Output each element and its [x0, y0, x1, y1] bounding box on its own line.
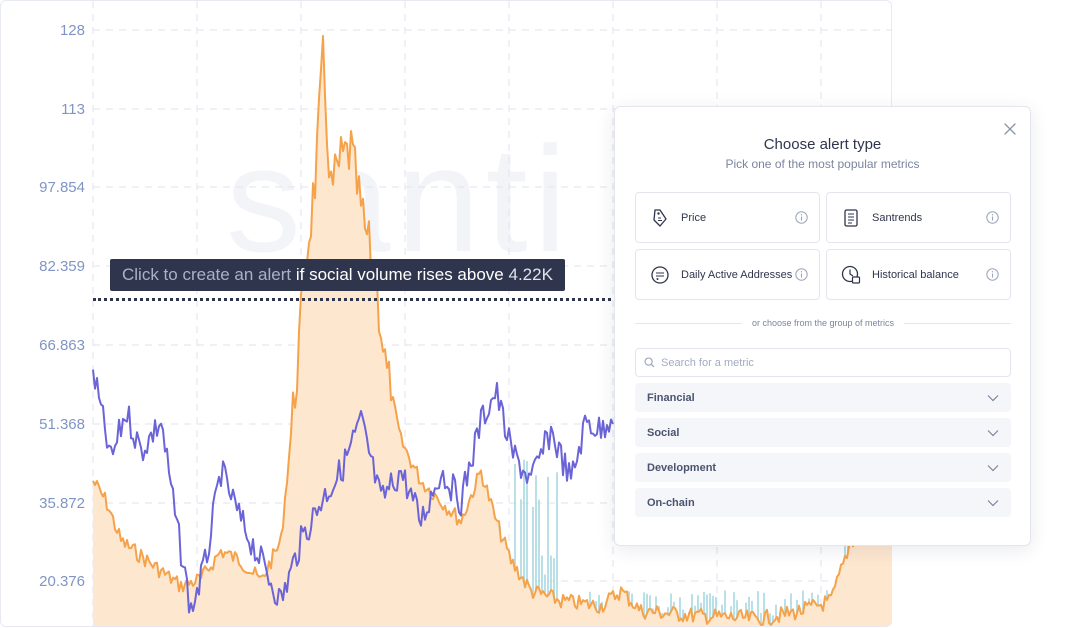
search-input[interactable]: [661, 356, 991, 369]
y-tick-label: 128: [60, 22, 85, 39]
search-icon: [644, 357, 655, 368]
y-axis: 128 113 97.854 82.359 66.863 51.368 35.872 20.3…: [39, 22, 85, 590]
create-alert-hint[interactable]: Click to create an alert if social volum…: [110, 259, 565, 291]
info-icon[interactable]: [986, 211, 999, 224]
close-icon[interactable]: [1002, 121, 1018, 137]
alert-type-price[interactable]: Price: [635, 192, 820, 243]
group-label: On-chain: [647, 496, 695, 509]
alert-type-label: Santrends: [872, 211, 923, 224]
modal-title: Choose alert type: [763, 136, 882, 153]
y-tick-label: 82.359: [39, 258, 85, 275]
metric-group-divider: or choose from the group of metrics: [635, 317, 1011, 329]
choose-alert-modal: Choose alert type Pick one of the most p…: [614, 106, 1031, 546]
chart-watermark: santi: [226, 115, 573, 283]
group-label: Financial: [647, 391, 695, 404]
balance-clock-icon: [840, 264, 862, 286]
metric-search[interactable]: [635, 348, 1011, 377]
alert-type-label: Price: [681, 211, 707, 224]
info-icon[interactable]: [986, 268, 999, 281]
app-screen: santi 128 113 97.854 82.359 66.863 51.368 35.8…: [0, 0, 1081, 628]
divider-text: or choose from the group of metrics: [751, 318, 895, 328]
y-tick-label: 35.872: [39, 495, 85, 512]
y-tick-label: 51.368: [39, 416, 85, 433]
group-financial[interactable]: Financial: [635, 383, 1011, 412]
alert-hint-prefix: Click to create an alert: [122, 265, 292, 284]
price-tag-icon: [649, 207, 671, 229]
y-tick-label: 113: [61, 101, 85, 118]
alert-type-historical-balance[interactable]: Historical balance: [826, 249, 1011, 300]
divider-rule: [635, 322, 742, 324]
group-label: Social: [647, 426, 680, 439]
group-social[interactable]: Social: [635, 418, 1011, 447]
info-icon[interactable]: [795, 268, 808, 281]
group-development[interactable]: Development: [635, 453, 1011, 482]
chevron-down-icon: [987, 499, 999, 506]
document-icon: [840, 207, 862, 229]
y-tick-label: 66.863: [39, 337, 85, 354]
chevron-down-icon: [987, 429, 999, 436]
group-label: Development: [647, 461, 717, 474]
info-icon[interactable]: [795, 211, 808, 224]
divider-rule: [904, 322, 1011, 324]
chevron-down-icon: [987, 464, 999, 471]
alert-type-daily-active-addresses[interactable]: Daily Active Addresses: [635, 249, 820, 300]
chevron-down-icon: [987, 394, 999, 401]
alert-type-label: Historical balance: [872, 268, 959, 281]
addresses-icon: [649, 264, 671, 286]
alert-hint-value: 4.22K: [508, 265, 553, 284]
group-on-chain[interactable]: On-chain: [635, 488, 1011, 517]
y-tick-label: 97.854: [39, 179, 85, 196]
alert-type-label: Daily Active Addresses: [681, 268, 793, 281]
alert-type-santrends[interactable]: Santrends: [826, 192, 1011, 243]
alert-hint-condition: if social volume rises above: [295, 265, 504, 284]
y-tick-label: 20.376: [39, 573, 85, 590]
modal-subtitle: Pick one of the most popular metrics: [725, 157, 920, 171]
